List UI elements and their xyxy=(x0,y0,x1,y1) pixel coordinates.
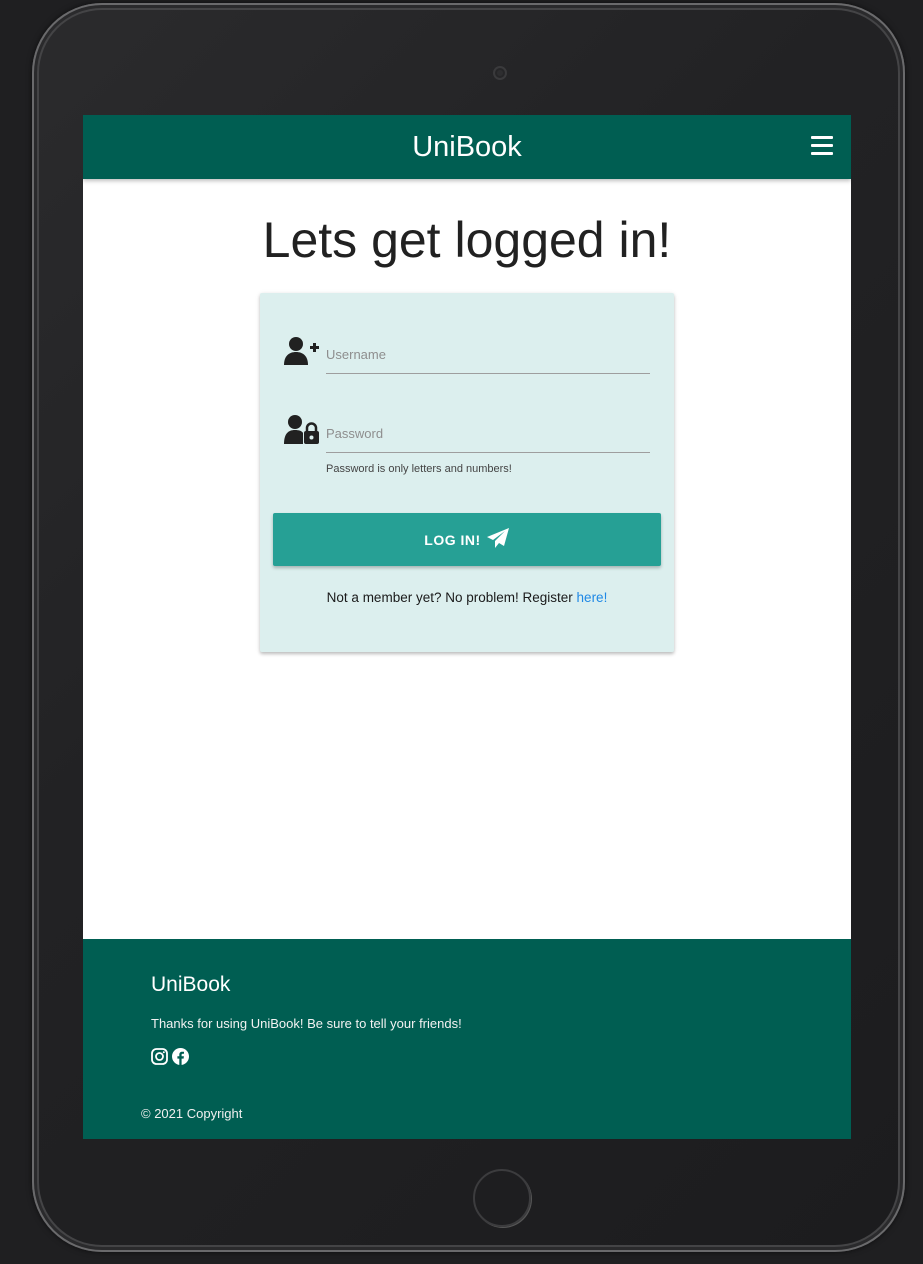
login-button-label: LOG IN! xyxy=(424,531,481,548)
password-input[interactable] xyxy=(326,416,650,450)
copyright-text: © 2021 Copyright xyxy=(141,1106,243,1121)
social-links xyxy=(151,1048,189,1065)
hamburger-menu-icon[interactable] xyxy=(811,136,833,158)
footer: UniBook Thanks for using UniBook! Be sur… xyxy=(83,939,851,1139)
login-button[interactable]: LOG IN! xyxy=(273,513,661,566)
user-lock-icon xyxy=(284,414,320,446)
home-button[interactable] xyxy=(473,1169,531,1227)
navbar-brand[interactable]: UniBook xyxy=(83,129,851,165)
browser-viewport: UniBook Lets get logged in! Username Pas… xyxy=(83,115,851,1139)
user-plus-icon xyxy=(284,335,320,367)
login-card: Password is only letters and numbers! LO… xyxy=(260,293,674,652)
page-title: Lets get logged in! xyxy=(262,212,672,268)
username-input[interactable] xyxy=(326,337,650,371)
username-field[interactable] xyxy=(326,337,650,374)
camera-icon xyxy=(493,66,507,80)
register-link[interactable]: here! xyxy=(577,590,608,605)
footer-text: Thanks for using UniBook! Be sure to tel… xyxy=(151,1016,462,1031)
instagram-icon[interactable] xyxy=(151,1048,168,1065)
navbar: UniBook xyxy=(83,115,851,179)
register-prompt-text: Not a member yet? No problem! Register xyxy=(326,590,573,605)
register-prompt: Not a member yet? No problem! Register h… xyxy=(260,590,674,605)
facebook-icon[interactable] xyxy=(172,1048,189,1065)
password-helper-text: Password is only letters and numbers! xyxy=(326,463,512,475)
paper-plane-icon xyxy=(486,527,510,552)
footer-title: UniBook xyxy=(151,973,231,996)
password-field[interactable] xyxy=(326,416,650,453)
